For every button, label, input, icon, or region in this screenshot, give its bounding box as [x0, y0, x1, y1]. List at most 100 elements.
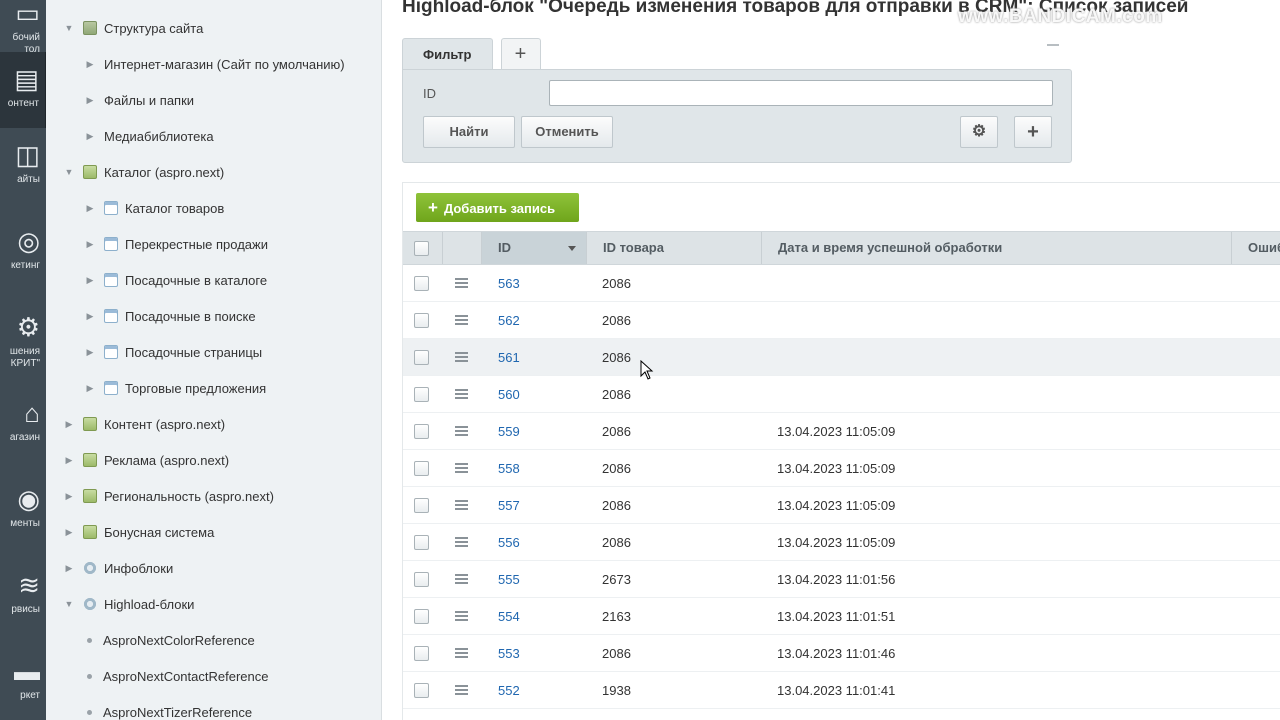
- table-row[interactable]: 561 2086: [403, 339, 1280, 376]
- table-row[interactable]: 554 2163 13.04.2023 11:01:51: [403, 598, 1280, 635]
- add-record-button[interactable]: + Добавить запись: [416, 193, 579, 222]
- tree-node[interactable]: ▶ Реклама (aspro.next): [62, 442, 230, 478]
- tree-node[interactable]: AsproNextTizerReference: [83, 694, 252, 720]
- tree-node[interactable]: ▶ Бонусная система: [62, 514, 215, 550]
- tree-node[interactable]: ▶ Торговые предложения: [83, 370, 267, 406]
- tree-node[interactable]: ▶ Посадочные в каталоге: [83, 262, 268, 298]
- row-menu-icon[interactable]: [455, 685, 468, 695]
- table-row[interactable]: 558 2086 13.04.2023 11:05:09: [403, 450, 1280, 487]
- rail-item-clients[interactable]: ◉ менты: [0, 472, 46, 548]
- row-checkbox[interactable]: [414, 609, 429, 624]
- column-header-product-id[interactable]: ID товара: [587, 232, 762, 264]
- record-id-link[interactable]: 562: [498, 313, 520, 328]
- row-menu-icon[interactable]: [455, 574, 468, 584]
- collapsed-arrow-icon[interactable]: ▶: [83, 59, 97, 70]
- tree-node[interactable]: ▼ Структура сайта: [62, 10, 204, 46]
- column-header-error[interactable]: Ошиб: [1232, 232, 1280, 264]
- find-button[interactable]: Найти: [423, 116, 515, 148]
- record-id-link[interactable]: 561: [498, 350, 520, 365]
- rail-item-shop[interactable]: ⌂ агазин: [0, 386, 46, 462]
- tree-node[interactable]: ▼ Каталог (aspro.next): [62, 154, 225, 190]
- record-id-link[interactable]: 560: [498, 387, 520, 402]
- collapsed-arrow-icon[interactable]: ▶: [62, 563, 76, 574]
- table-row[interactable]: 560 2086: [403, 376, 1280, 413]
- tree-node[interactable]: ▶ Файлы и папки: [83, 82, 195, 118]
- table-row[interactable]: 557 2086 13.04.2023 11:05:09: [403, 487, 1280, 524]
- add-filter-tab-button[interactable]: +: [500, 38, 541, 70]
- row-checkbox[interactable]: [414, 572, 429, 587]
- rail-item-market[interactable]: ▬ ркет: [0, 644, 46, 720]
- tree-node[interactable]: ▶ Интернет-магазин (Сайт по умолчанию): [83, 46, 345, 82]
- row-menu-icon[interactable]: [455, 648, 468, 658]
- record-id-link[interactable]: 556: [498, 535, 520, 550]
- row-checkbox[interactable]: [414, 498, 429, 513]
- record-id-link[interactable]: 555: [498, 572, 520, 587]
- record-id-link[interactable]: 553: [498, 646, 520, 661]
- tree-node[interactable]: ▶ Контент (aspro.next): [62, 406, 226, 442]
- tree-node[interactable]: ▶ Посадочные страницы: [83, 334, 263, 370]
- row-menu-icon[interactable]: [455, 426, 468, 436]
- record-id-link[interactable]: 558: [498, 461, 520, 476]
- row-menu-icon[interactable]: [455, 315, 468, 325]
- id-field[interactable]: [549, 80, 1053, 106]
- rail-item-marketing[interactable]: ◎ кетинг: [0, 214, 46, 290]
- tree-node[interactable]: ▶ Посадочные в поиске: [83, 298, 256, 334]
- column-header-id[interactable]: ID: [482, 232, 587, 264]
- cancel-button[interactable]: Отменить: [521, 116, 613, 148]
- tree-node[interactable]: ▶ Перекрестные продажи: [83, 226, 268, 262]
- tab-filter[interactable]: Фильтр: [402, 38, 493, 70]
- filter-settings-button[interactable]: ⚙: [960, 116, 998, 148]
- row-checkbox[interactable]: [414, 276, 429, 291]
- tree-node[interactable]: ▶ Региональность (aspro.next): [62, 478, 274, 514]
- collapsed-arrow-icon[interactable]: ▶: [83, 275, 97, 286]
- expanded-arrow-icon[interactable]: ▼: [62, 167, 76, 177]
- table-row[interactable]: 562 2086: [403, 302, 1280, 339]
- row-checkbox[interactable]: [414, 646, 429, 661]
- table-row[interactable]: 563 2086: [403, 265, 1280, 302]
- collapse-filter-icon[interactable]: [1047, 44, 1059, 46]
- row-menu-icon[interactable]: [455, 463, 468, 473]
- row-checkbox[interactable]: [414, 387, 429, 402]
- row-checkbox[interactable]: [414, 424, 429, 439]
- collapsed-arrow-icon[interactable]: ▶: [62, 455, 76, 466]
- expanded-arrow-icon[interactable]: ▼: [62, 599, 76, 609]
- collapsed-arrow-icon[interactable]: ▶: [83, 347, 97, 358]
- tree-node[interactable]: ▶ Инфоблоки: [62, 550, 174, 586]
- row-checkbox[interactable]: [414, 350, 429, 365]
- tree-node[interactable]: AsproNextColorReference: [83, 622, 255, 658]
- record-id-link[interactable]: 554: [498, 609, 520, 624]
- table-row[interactable]: 556 2086 13.04.2023 11:05:09: [403, 524, 1280, 561]
- collapsed-arrow-icon[interactable]: ▶: [83, 131, 97, 142]
- table-row[interactable]: 559 2086 13.04.2023 11:05:09: [403, 413, 1280, 450]
- expanded-arrow-icon[interactable]: ▼: [62, 23, 76, 33]
- select-all-checkbox[interactable]: [414, 241, 429, 256]
- collapsed-arrow-icon[interactable]: ▶: [83, 239, 97, 250]
- table-row[interactable]: 555 2673 13.04.2023 11:01:56: [403, 561, 1280, 598]
- collapsed-arrow-icon[interactable]: ▶: [83, 383, 97, 394]
- collapsed-arrow-icon[interactable]: ▶: [83, 311, 97, 322]
- add-filter-field-button[interactable]: +: [1014, 116, 1052, 148]
- collapsed-arrow-icon[interactable]: ▶: [83, 95, 97, 106]
- record-id-link[interactable]: 559: [498, 424, 520, 439]
- row-menu-icon[interactable]: [455, 611, 468, 621]
- record-id-link[interactable]: 563: [498, 276, 520, 291]
- collapsed-arrow-icon[interactable]: ▶: [62, 419, 76, 430]
- table-row[interactable]: 552 1938 13.04.2023 11:01:41: [403, 672, 1280, 709]
- rail-item-content[interactable]: ▤ онтент: [0, 52, 46, 128]
- table-row[interactable]: 553 2086 13.04.2023 11:01:46: [403, 635, 1280, 672]
- row-menu-icon[interactable]: [455, 389, 468, 399]
- collapsed-arrow-icon[interactable]: ▶: [62, 491, 76, 502]
- tree-node[interactable]: ▼ Highload-блоки: [62, 586, 195, 622]
- tree-node[interactable]: ▶ Медиабиблиотека: [83, 118, 214, 154]
- row-menu-icon[interactable]: [455, 500, 468, 510]
- column-header-date[interactable]: Дата и время успешной обработки: [762, 232, 1232, 264]
- record-id-link[interactable]: 557: [498, 498, 520, 513]
- row-menu-icon[interactable]: [455, 352, 468, 362]
- row-checkbox[interactable]: [414, 313, 429, 328]
- tree-node[interactable]: ▶ Каталог товаров: [83, 190, 225, 226]
- record-id-link[interactable]: 552: [498, 683, 520, 698]
- row-menu-icon[interactable]: [455, 278, 468, 288]
- row-checkbox[interactable]: [414, 535, 429, 550]
- row-checkbox[interactable]: [414, 461, 429, 476]
- rail-item-sites[interactable]: ◫ айты: [0, 128, 46, 204]
